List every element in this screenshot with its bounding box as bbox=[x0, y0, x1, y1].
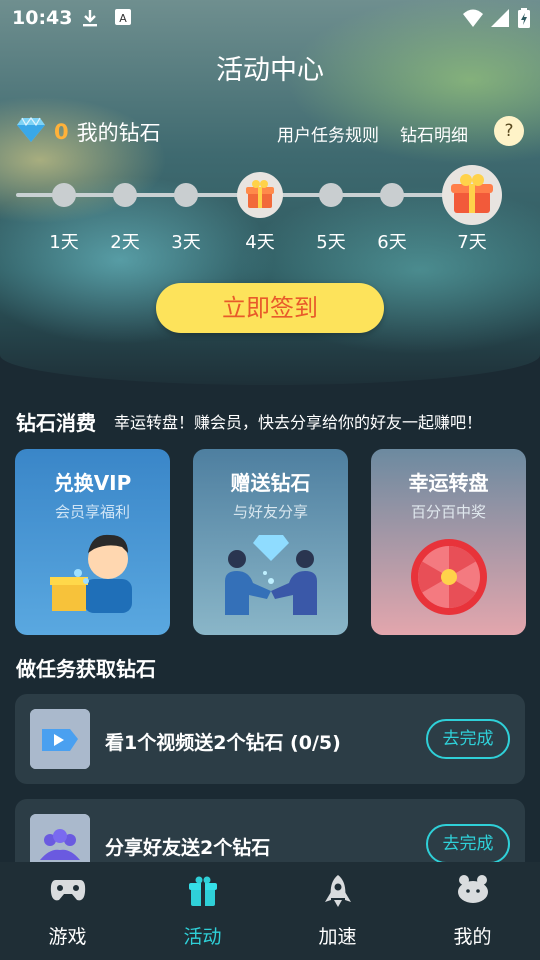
checkin-day-dot bbox=[319, 183, 343, 207]
task-title: 分享好友送2个钻石 bbox=[105, 837, 271, 859]
page-title: 活动中心 bbox=[216, 55, 324, 86]
day-label: 3天 bbox=[171, 232, 201, 253]
diamond-count: 0 bbox=[54, 120, 69, 144]
gift-diamond-card[interactable]: 赠送钻石 与好友分享 bbox=[193, 449, 348, 635]
card-subtitle: 与好友分享 bbox=[232, 503, 308, 521]
gift-icon[interactable] bbox=[237, 172, 283, 218]
bottom-nav: 游戏 活动 加速 我的 bbox=[0, 862, 540, 960]
card-title: 兑换VIP bbox=[53, 471, 132, 495]
gift-box-icon bbox=[186, 874, 220, 912]
diamond-icon bbox=[16, 116, 46, 147]
task-rules-link[interactable]: 用户任务规则 bbox=[277, 121, 379, 146]
gamepad-icon bbox=[50, 874, 86, 908]
exchange-vip-card[interactable]: 兑换VIP 会员享福利 bbox=[15, 449, 170, 635]
consume-section-title: 钻石消费 bbox=[16, 411, 96, 435]
diamond-label: 我的钻石 bbox=[76, 121, 161, 145]
day-label: 5天 bbox=[316, 232, 346, 253]
download-icon bbox=[80, 8, 100, 32]
card-title: 赠送钻石 bbox=[230, 471, 311, 495]
task-title: 看1个视频送2个钻石 (0/5) bbox=[105, 732, 341, 754]
checkin-button[interactable]: 立即签到 bbox=[156, 283, 384, 333]
day-label: 4天 bbox=[245, 232, 275, 253]
checkin-day-dot bbox=[380, 183, 404, 207]
complete-task-button[interactable]: 去完成 bbox=[426, 719, 510, 759]
nav-item-boost[interactable]: 加速 bbox=[270, 862, 405, 960]
profile-icon bbox=[456, 874, 490, 908]
video-thumb bbox=[30, 709, 90, 769]
day-label: 7天 bbox=[457, 232, 487, 253]
lucky-wheel-card[interactable]: 幸运转盘 百分百中奖 bbox=[371, 449, 526, 635]
complete-task-button[interactable]: 去完成 bbox=[426, 824, 510, 864]
checkin-day-dot bbox=[52, 183, 76, 207]
status-bar: 10:43 A bbox=[0, 0, 540, 36]
rocket-icon bbox=[323, 874, 353, 912]
nav-label: 加速 bbox=[318, 926, 357, 948]
consume-section-subtitle: 幸运转盘！赚会员，快去分享给你的好友一起赚吧！ bbox=[114, 413, 483, 432]
day-label: 1天 bbox=[49, 232, 79, 253]
nav-label: 我的 bbox=[453, 926, 492, 948]
nav-item-activity[interactable]: 活动 bbox=[135, 862, 270, 960]
wifi-icon bbox=[462, 8, 484, 32]
nav-label: 活动 bbox=[183, 926, 222, 948]
font-icon: A bbox=[114, 8, 132, 30]
card-subtitle: 百分百中奖 bbox=[410, 503, 486, 521]
nav-label: 游戏 bbox=[48, 926, 87, 948]
nav-item-mine[interactable]: 我的 bbox=[405, 862, 540, 960]
card-title: 幸运转盘 bbox=[408, 471, 489, 495]
tasks-section-title: 做任务获取钻石 bbox=[16, 657, 156, 681]
help-button[interactable]: ? bbox=[494, 116, 524, 146]
day-label: 6天 bbox=[377, 232, 407, 253]
big-gift-icon[interactable] bbox=[442, 165, 502, 225]
handshake-icon bbox=[217, 525, 325, 621]
day-label: 2天 bbox=[110, 232, 140, 253]
task-item-video: 看1个视频送2个钻石 (0/5) 去完成 bbox=[15, 694, 525, 784]
wheel-icon bbox=[409, 537, 489, 621]
vip-person-icon bbox=[48, 527, 140, 619]
status-time: 10:43 bbox=[12, 7, 73, 29]
battery-icon bbox=[518, 8, 530, 32]
checkin-day-dot bbox=[113, 183, 137, 207]
nav-item-games[interactable]: 游戏 bbox=[0, 862, 135, 960]
svg-text:A: A bbox=[119, 12, 127, 25]
signal-icon bbox=[490, 8, 510, 32]
card-subtitle: 会员享福利 bbox=[54, 503, 130, 521]
diamond-detail-link[interactable]: 钻石明细 bbox=[400, 121, 468, 146]
checkin-day-dot bbox=[174, 183, 198, 207]
my-diamonds: 0 我的钻石 bbox=[16, 114, 161, 150]
